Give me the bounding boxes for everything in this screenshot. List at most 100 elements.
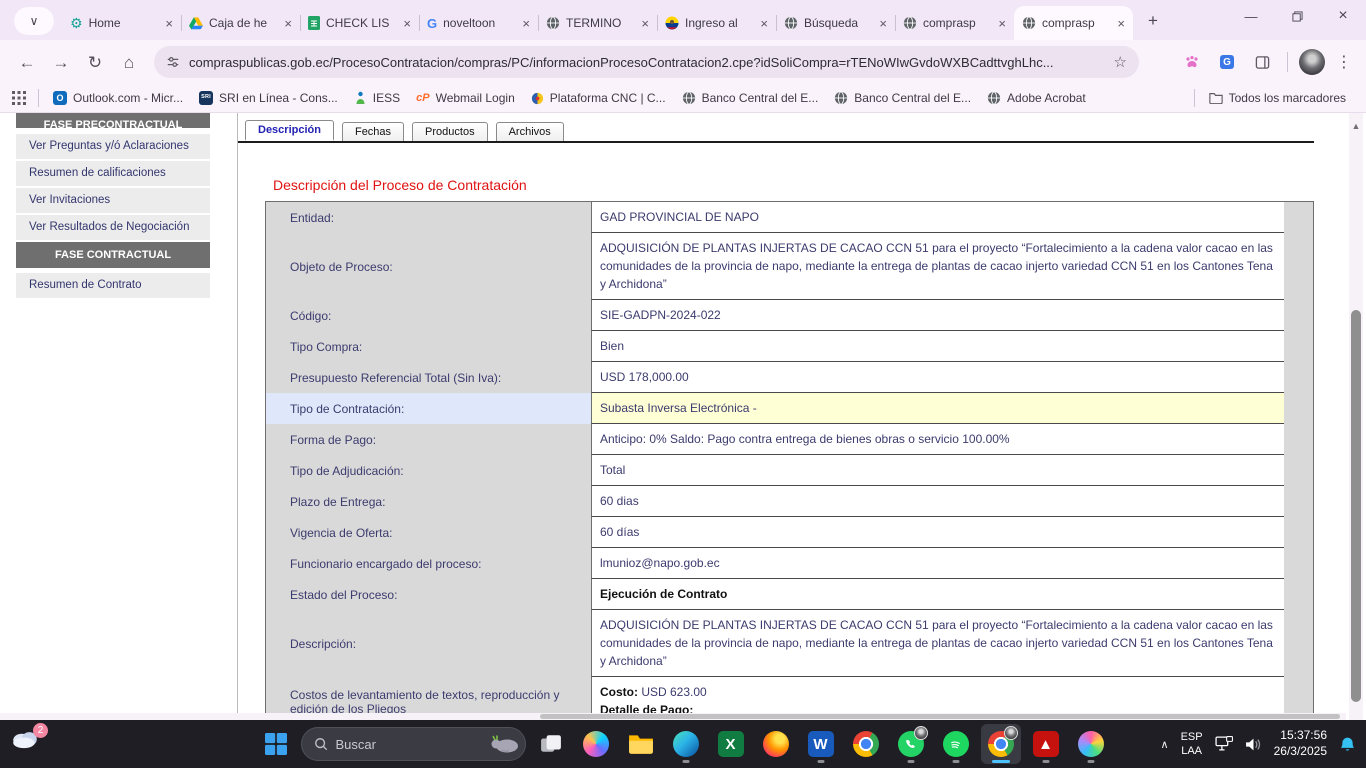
tab-close-icon[interactable]: × bbox=[165, 17, 173, 30]
browser-tab[interactable]: CHECK LIS× bbox=[300, 6, 419, 40]
task-view-icon bbox=[540, 733, 562, 755]
browser-tab[interactable]: ⚙Home× bbox=[62, 6, 181, 40]
new-tab-button[interactable]: + bbox=[1139, 7, 1167, 35]
weather-widget[interactable]: 2 bbox=[10, 727, 50, 761]
browser-tab[interactable]: Gnoveltoon× bbox=[419, 6, 538, 40]
bookmark-item[interactable]: Plataforma CNC | C... bbox=[523, 88, 674, 108]
firefox-icon bbox=[763, 731, 789, 757]
reload-button[interactable]: ↻ bbox=[78, 45, 112, 79]
content-tab[interactable]: Productos bbox=[412, 122, 488, 141]
browser-menu-button[interactable]: ⋮ bbox=[1332, 52, 1356, 72]
folder-icon bbox=[1209, 92, 1223, 104]
row-value: 60 días bbox=[591, 517, 1284, 548]
sidebar-item[interactable]: Ver Preguntas y/ó Aclaraciones bbox=[16, 134, 210, 159]
sidebar-item[interactable]: Ver Resultados de Negociación bbox=[16, 215, 210, 240]
apps-grid-icon[interactable] bbox=[12, 91, 26, 105]
tab-close-icon[interactable]: × bbox=[522, 17, 530, 30]
firefox-taskbar-icon[interactable] bbox=[756, 724, 796, 764]
bookmark-item[interactable]: OOutlook.com - Micr... bbox=[45, 88, 191, 108]
excel-taskbar-icon[interactable]: X bbox=[711, 724, 751, 764]
whatsapp-taskbar-icon[interactable] bbox=[891, 724, 931, 764]
bookmark-item[interactable]: IESS bbox=[346, 88, 408, 108]
bookmark-star-icon[interactable]: ☆ bbox=[1114, 55, 1127, 70]
notifications-bell-icon[interactable] bbox=[1339, 736, 1356, 753]
bookmark-item[interactable]: SRISRI en Línea - Cons... bbox=[191, 88, 346, 108]
task-view-taskbar-icon[interactable] bbox=[531, 724, 571, 764]
search-placeholder: Buscar bbox=[336, 737, 481, 752]
window-close-button[interactable]: × bbox=[1320, 0, 1366, 32]
tab-title: noveltoon bbox=[443, 16, 516, 30]
content-tab[interactable]: Fechas bbox=[342, 122, 404, 141]
browser-tab[interactable]: Caja de he× bbox=[181, 6, 300, 40]
translate-glyph: G bbox=[1220, 55, 1234, 69]
taskbar-search[interactable]: Buscar bbox=[301, 727, 526, 761]
window-minimize-button[interactable]: — bbox=[1228, 0, 1274, 32]
back-button[interactable]: ← bbox=[10, 45, 44, 79]
network-icon[interactable] bbox=[1215, 736, 1233, 752]
browser-toolbar: ← → ↻ ⌂ compraspublicas.gob.ec/ProcesoCo… bbox=[0, 40, 1366, 84]
content-tab[interactable]: Descripción bbox=[245, 120, 334, 141]
bookmark-item[interactable]: Banco Central del E... bbox=[674, 88, 827, 108]
sidebar-item[interactable]: Ver Invitaciones bbox=[16, 188, 210, 213]
bookmark-item[interactable]: Banco Central del E... bbox=[826, 88, 979, 108]
volume-icon[interactable] bbox=[1245, 737, 1262, 752]
vertical-scrollbar[interactable]: ▲ bbox=[1349, 113, 1363, 720]
clock-widget[interactable]: 15:37:56 26/3/2025 bbox=[1274, 728, 1327, 759]
tray-chevron-up-icon[interactable]: ∧ bbox=[1161, 738, 1169, 751]
tab-search-button[interactable]: ∨ bbox=[14, 7, 54, 35]
browser-tab[interactable]: TERMINO× bbox=[538, 6, 657, 40]
tune-icon[interactable] bbox=[166, 55, 180, 69]
sidebar-item[interactable]: Resumen de calificaciones bbox=[16, 161, 210, 186]
tab-close-icon[interactable]: × bbox=[1117, 17, 1125, 30]
row-label: Presupuesto Referencial Total (Sin Iva): bbox=[266, 362, 591, 393]
tab-close-icon[interactable]: × bbox=[998, 17, 1006, 30]
iess-icon bbox=[354, 91, 367, 105]
vertical-scrollbar-thumb[interactable] bbox=[1351, 310, 1361, 702]
browser-tab[interactable]: Búsqueda× bbox=[776, 6, 895, 40]
language-indicator[interactable]: ESP LAA bbox=[1181, 730, 1203, 759]
spotify-taskbar-icon[interactable] bbox=[936, 724, 976, 764]
bookmark-item[interactable]: cPWebmail Login bbox=[408, 88, 523, 108]
word-taskbar-icon[interactable]: W bbox=[801, 724, 841, 764]
browser-tab[interactable]: comprasp× bbox=[1014, 6, 1133, 40]
bookmark-item[interactable]: Adobe Acrobat bbox=[979, 88, 1094, 108]
globe-icon bbox=[682, 91, 696, 105]
scroll-up-arrow-icon[interactable]: ▲ bbox=[1349, 121, 1363, 131]
horizontal-scrollbar[interactable] bbox=[0, 713, 1346, 720]
browser-tab[interactable]: Ingreso al× bbox=[657, 6, 776, 40]
home-button[interactable]: ⌂ bbox=[112, 45, 146, 79]
side-panel-icon[interactable] bbox=[1248, 48, 1276, 76]
paint-taskbar-icon[interactable] bbox=[1071, 724, 1111, 764]
forward-button[interactable]: → bbox=[44, 45, 78, 79]
taskbar-center: Buscar X W ▲ bbox=[256, 724, 1111, 764]
tab-close-icon[interactable]: × bbox=[284, 17, 292, 30]
tab-close-icon[interactable]: × bbox=[879, 17, 887, 30]
tab-close-icon[interactable]: × bbox=[760, 17, 768, 30]
tab-close-icon[interactable]: × bbox=[641, 17, 649, 30]
horizontal-scrollbar-thumb[interactable] bbox=[540, 714, 1340, 719]
browser-tab[interactable]: comprasp× bbox=[895, 6, 1014, 40]
all-bookmarks-button[interactable]: Todos los marcadores bbox=[1201, 88, 1354, 108]
address-bar[interactable]: compraspublicas.gob.ec/ProcesoContrataci… bbox=[154, 46, 1139, 78]
row-label: Forma de Pago: bbox=[266, 424, 591, 455]
acrobat-taskbar-icon[interactable]: ▲ bbox=[1026, 724, 1066, 764]
row-label: Estado del Proceso: bbox=[266, 579, 591, 610]
chrome-taskbar-icon[interactable] bbox=[846, 724, 886, 764]
running-indicator bbox=[992, 760, 1010, 763]
row-value: Total bbox=[591, 455, 1284, 486]
start-button[interactable] bbox=[256, 724, 296, 764]
copilot-taskbar-icon[interactable] bbox=[576, 724, 616, 764]
window-restore-button[interactable] bbox=[1274, 0, 1320, 32]
running-indicator bbox=[817, 760, 824, 763]
sidebar-item[interactable]: Resumen de Contrato bbox=[16, 273, 210, 298]
profile-avatar[interactable] bbox=[1299, 49, 1325, 75]
edge-taskbar-icon[interactable] bbox=[666, 724, 706, 764]
globe-icon bbox=[987, 91, 1001, 105]
extension-paw-icon[interactable] bbox=[1178, 48, 1206, 76]
translate-icon[interactable]: G bbox=[1213, 48, 1241, 76]
process-panel: DescripciónFechasProductosArchivos Descr… bbox=[237, 113, 1314, 720]
tab-close-icon[interactable]: × bbox=[403, 17, 411, 30]
content-tab[interactable]: Archivos bbox=[496, 122, 564, 141]
file-explorer-taskbar-icon[interactable] bbox=[621, 724, 661, 764]
chrome-profile-taskbar-icon[interactable] bbox=[981, 724, 1021, 764]
